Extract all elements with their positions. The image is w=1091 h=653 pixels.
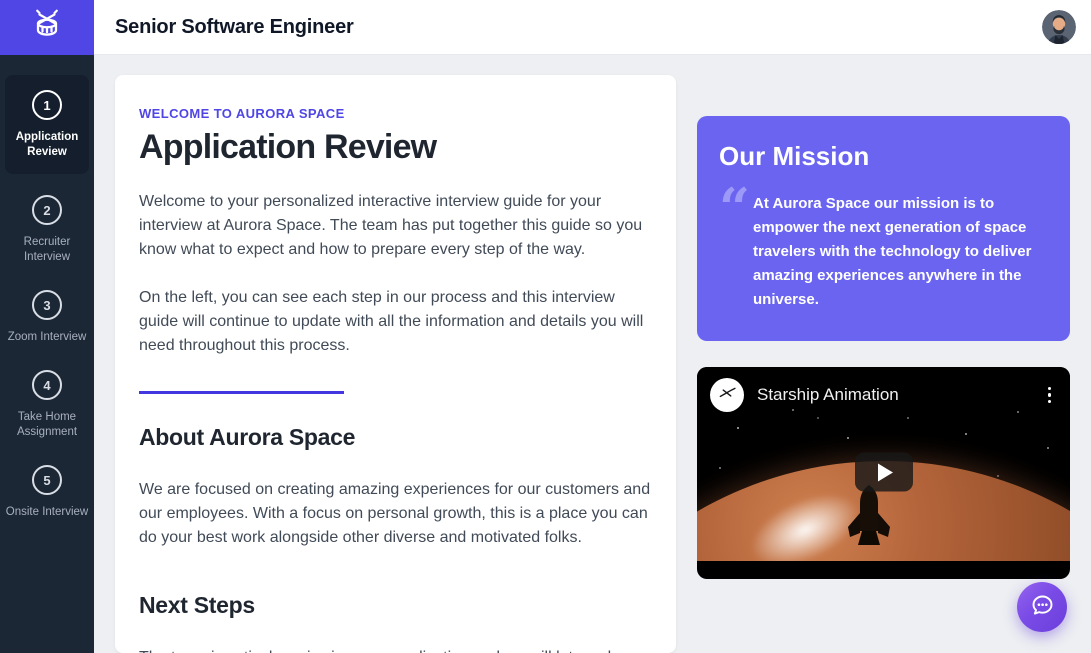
content-area: WELCOME TO AURORA SPACE Application Revi… bbox=[94, 55, 1091, 653]
mission-quote-row: “ At Aurora Space our mission is to empo… bbox=[719, 176, 1048, 312]
guide-card: WELCOME TO AURORA SPACE Application Revi… bbox=[115, 75, 676, 653]
quote-icon: “ bbox=[719, 176, 751, 240]
about-heading: About Aurora Space bbox=[139, 424, 356, 450]
channel-avatar[interactable] bbox=[710, 378, 744, 412]
video-player[interactable]: Starship Animation bbox=[697, 367, 1070, 579]
step-number-badge: 3 bbox=[32, 290, 62, 320]
app-root: Senior Software Engineer 1 Application R… bbox=[0, 0, 1091, 653]
mission-title: Our Mission bbox=[719, 141, 870, 171]
right-column: Our Mission “ At Aurora Space our missio… bbox=[697, 75, 1070, 653]
drum-icon bbox=[29, 7, 65, 48]
accent-divider bbox=[139, 391, 344, 394]
next-steps-paragraph: The team is actively reviewing your appl… bbox=[139, 646, 652, 653]
x-swoosh-icon bbox=[717, 383, 737, 408]
step-number-badge: 2 bbox=[32, 195, 62, 225]
main-shell: 1 Application Review 2 Recruiter Intervi… bbox=[0, 55, 1091, 653]
step-number-badge: 5 bbox=[32, 465, 62, 495]
intro-paragraph-1: Welcome to your personalized interactive… bbox=[139, 193, 643, 258]
step-label: Zoom Interview bbox=[7, 331, 87, 343]
sidebar-step-recruiter-interview[interactable]: 2 Recruiter Interview bbox=[0, 182, 94, 277]
step-number-badge: 1 bbox=[32, 90, 62, 120]
topbar: Senior Software Engineer bbox=[0, 0, 1091, 55]
user-avatar[interactable] bbox=[1042, 10, 1076, 44]
step-number-badge: 4 bbox=[32, 370, 62, 400]
eyebrow-label: WELCOME TO AURORA SPACE bbox=[139, 106, 345, 121]
intro-paragraph-2: On the left, you can see each step in ou… bbox=[139, 289, 644, 354]
kebab-menu-icon[interactable] bbox=[1042, 383, 1058, 408]
video-title: Starship Animation bbox=[757, 385, 899, 404]
video-header: Starship Animation bbox=[697, 367, 1070, 423]
chat-bubble-icon bbox=[1029, 592, 1056, 622]
mission-card: Our Mission “ At Aurora Space our missio… bbox=[697, 116, 1070, 341]
play-button[interactable] bbox=[854, 452, 913, 492]
mission-quote-text: At Aurora Space our mission is to empowe… bbox=[753, 195, 1032, 308]
step-label: Onsite Interview bbox=[5, 506, 89, 518]
company-logo[interactable] bbox=[0, 0, 94, 55]
step-label: Take Home Assignment bbox=[16, 411, 78, 438]
about-paragraph: We are focused on creating amazing exper… bbox=[139, 481, 651, 546]
next-steps-heading: Next Steps bbox=[139, 592, 255, 618]
step-label: Application Review bbox=[15, 131, 79, 158]
steps-sidebar: 1 Application Review 2 Recruiter Intervi… bbox=[0, 55, 94, 653]
page-title: Senior Software Engineer bbox=[115, 15, 354, 38]
sidebar-step-onsite-interview[interactable]: 5 Onsite Interview bbox=[0, 452, 94, 532]
sidebar-step-zoom-interview[interactable]: 3 Zoom Interview bbox=[0, 277, 94, 357]
play-icon bbox=[878, 463, 893, 481]
chat-fab-button[interactable] bbox=[1017, 582, 1067, 632]
sidebar-step-application-review[interactable]: 1 Application Review bbox=[5, 75, 89, 174]
starship-silhouette bbox=[840, 483, 898, 550]
section-title: Application Review bbox=[139, 128, 437, 166]
sidebar-step-take-home-assignment[interactable]: 4 Take Home Assignment bbox=[0, 357, 94, 452]
step-label: Recruiter Interview bbox=[23, 236, 71, 263]
